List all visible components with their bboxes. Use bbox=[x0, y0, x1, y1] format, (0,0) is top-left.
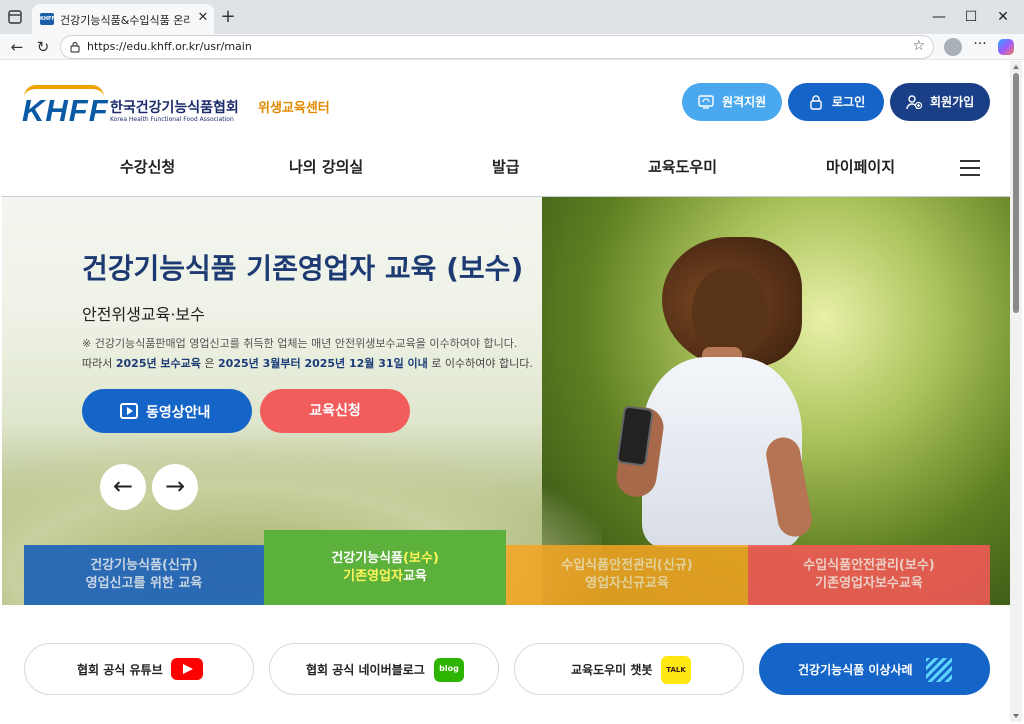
chatbot-link[interactable]: 교육도우미 챗봇 TALK bbox=[514, 643, 744, 695]
nav-item-my-classroom[interactable]: 나의 강의실 bbox=[289, 156, 363, 177]
close-icon[interactable]: ✕ bbox=[196, 11, 210, 25]
hero-note-emphasis: 2025년 3월부터 2025년 12월 31일 이내 bbox=[218, 357, 428, 370]
site-favicon-icon: KHFF bbox=[40, 13, 55, 25]
course-tab-line: 영업자신규교육 bbox=[585, 576, 669, 591]
youtube-link-label: 협회 공식 유튜브 bbox=[77, 663, 163, 677]
course-tab-line: 수입식품안전관리(신규) bbox=[561, 558, 693, 573]
url-text: https://edu.khff.or.kr/usr/main bbox=[87, 40, 252, 53]
blog-icon: blog bbox=[434, 658, 464, 682]
center-name: 위생교육센터 bbox=[258, 101, 330, 116]
tab-title: 건강기능식품&수입식품 온라인 위생교육 bbox=[60, 14, 190, 27]
remote-support-button[interactable]: 원격지원 bbox=[682, 83, 782, 121]
browser-tab-active[interactable]: KHFF 건강기능식품&수입식품 온라인 위생교육 ✕ bbox=[32, 4, 214, 34]
scroll-thumb[interactable] bbox=[1013, 73, 1019, 313]
nav-item-issue[interactable]: 발급 bbox=[492, 156, 520, 177]
page-viewport: KHFF 한국건강기능식품협회 Korea Health Functional … bbox=[2, 61, 1010, 722]
video-guide-button[interactable]: 동영상안내 bbox=[82, 389, 252, 433]
url-input[interactable]: https://edu.khff.or.kr/usr/main ☆ bbox=[60, 35, 934, 59]
plus-icon[interactable]: + bbox=[218, 7, 238, 27]
youtube-icon bbox=[171, 658, 203, 680]
tab-strip: KHFF 건강기능식품&수입식품 온라인 위생교육 ✕ + — ☐ ✕ bbox=[0, 0, 1024, 34]
hero-subtitle: 안전위생교육·보수 bbox=[82, 305, 205, 324]
hero-banner: 건강기능식품 기존영업자 교육 (보수) 안전위생교육·보수 ※ 건강기능식품판… bbox=[2, 197, 1010, 605]
remote-support-icon bbox=[698, 95, 714, 109]
hamburger-icon[interactable] bbox=[960, 160, 980, 176]
hero-note: ※ 건강기능식품판매업 영업신고를 취득한 업체는 매년 안전위생보수교육을 이… bbox=[82, 337, 518, 350]
star-icon[interactable]: ☆ bbox=[912, 38, 925, 54]
next-slide-button[interactable]: → bbox=[152, 464, 198, 510]
course-tab-health-refresher[interactable]: 건강기능식품(보수) 기존영업자교육 bbox=[264, 530, 506, 605]
kakaotalk-icon: TALK bbox=[661, 656, 691, 684]
course-tab-highlight: 기존영업자 bbox=[343, 569, 403, 584]
tab-actions-icon[interactable] bbox=[6, 8, 24, 26]
video-guide-label: 동영상안내 bbox=[146, 405, 211, 421]
browser-window: KHFF 건강기능식품&수입식품 온라인 위생교육 ✕ + — ☐ ✕ ← ↻ … bbox=[0, 0, 1024, 724]
hero-note: 따라서 2025년 보수교육 은 2025년 3월부터 2025년 12월 31… bbox=[82, 355, 533, 371]
hero-note-text: 로 이수하여야 합니다. bbox=[427, 357, 533, 370]
prev-slide-button[interactable]: ← bbox=[100, 464, 146, 510]
window-close-icon[interactable]: ✕ bbox=[988, 6, 1018, 28]
youtube-link[interactable]: 협회 공식 유튜브 bbox=[24, 643, 254, 695]
nav-item-course-apply[interactable]: 수강신청 bbox=[120, 156, 175, 177]
lock-icon[interactable] bbox=[69, 41, 81, 53]
maximize-icon[interactable]: ☐ bbox=[956, 6, 986, 28]
refresh-icon[interactable]: ↻ bbox=[32, 36, 54, 58]
main-nav: 수강신청 나의 강의실 발급 교육도우미 마이페이지 bbox=[2, 145, 1010, 197]
back-arrow-icon[interactable]: ← bbox=[6, 36, 28, 58]
report-icon bbox=[926, 658, 952, 682]
more-icon[interactable]: ··· bbox=[970, 36, 990, 52]
play-icon bbox=[120, 403, 138, 419]
remote-support-label: 원격지원 bbox=[722, 95, 767, 109]
course-tab-import-refresher[interactable]: 수입식품안전관리(보수) 기존영업자보수교육 bbox=[748, 545, 990, 605]
course-tab-line: 영업신고를 위한 교육 bbox=[85, 576, 203, 591]
nav-item-help[interactable]: 교육도우미 bbox=[648, 156, 717, 177]
apply-button[interactable]: 교육신청 bbox=[260, 389, 410, 433]
adverse-event-link[interactable]: 건강기능식품 이상사례 bbox=[759, 643, 990, 695]
org-name-en: Korea Health Functional Food Association bbox=[110, 116, 234, 123]
login-label: 로그인 bbox=[832, 95, 866, 109]
logo-khff-text: KHFF bbox=[22, 93, 109, 128]
nav-item-mypage[interactable]: 마이페이지 bbox=[826, 156, 895, 177]
adverse-event-link-label: 건강기능식품 이상사례 bbox=[798, 663, 913, 677]
chatbot-link-label: 교육도우미 챗봇 bbox=[571, 663, 653, 677]
signup-label: 회원가입 bbox=[930, 95, 975, 109]
org-name-ko: 한국건강기능식품협회 bbox=[110, 100, 239, 116]
course-tab-highlight: (보수) bbox=[402, 551, 439, 566]
hero-title: 건강기능식품 기존영업자 교육 (보수) bbox=[82, 252, 524, 285]
minimize-icon[interactable]: — bbox=[924, 6, 954, 28]
course-tab-import-new[interactable]: 수입식품안전관리(신규) 영업자신규교육 bbox=[506, 545, 748, 605]
runner-image-head bbox=[692, 267, 768, 359]
course-tab-line: 기존영업자보수교육 bbox=[815, 576, 923, 591]
user-plus-icon bbox=[906, 95, 922, 110]
lock-icon bbox=[810, 95, 822, 110]
page-scrollbar[interactable] bbox=[1010, 61, 1022, 722]
hero-note-text: 은 bbox=[200, 357, 219, 370]
course-tab-line: 건강기능식품 bbox=[331, 551, 403, 566]
course-tab-health-new[interactable]: 건강기능식품(신규) 영업신고를 위한 교육 bbox=[24, 545, 264, 605]
naver-blog-link-label: 협회 공식 네이버블로그 bbox=[306, 663, 425, 677]
profile-icon[interactable] bbox=[944, 38, 962, 56]
site-logo[interactable]: KHFF 한국건강기능식품협회 Korea Health Functional … bbox=[22, 85, 342, 128]
scroll-down-icon[interactable] bbox=[1013, 714, 1019, 718]
copilot-icon[interactable] bbox=[998, 39, 1014, 55]
hero-note-text: 따라서 bbox=[82, 357, 116, 370]
address-bar-row: ← ↻ https://edu.khff.or.kr/usr/main ☆ ··… bbox=[0, 34, 1024, 60]
course-tab-line: 건강기능식품(신규) bbox=[90, 558, 198, 573]
login-button[interactable]: 로그인 bbox=[788, 83, 884, 121]
course-tab-line: 수입식품안전관리(보수) bbox=[803, 558, 935, 573]
scroll-up-icon[interactable] bbox=[1013, 65, 1019, 69]
hero-note-emphasis: 2025년 보수교육 bbox=[115, 357, 201, 370]
signup-button[interactable]: 회원가입 bbox=[890, 83, 990, 121]
course-tab-line: 교육 bbox=[402, 569, 427, 584]
naver-blog-link[interactable]: 협회 공식 네이버블로그 blog bbox=[269, 643, 499, 695]
